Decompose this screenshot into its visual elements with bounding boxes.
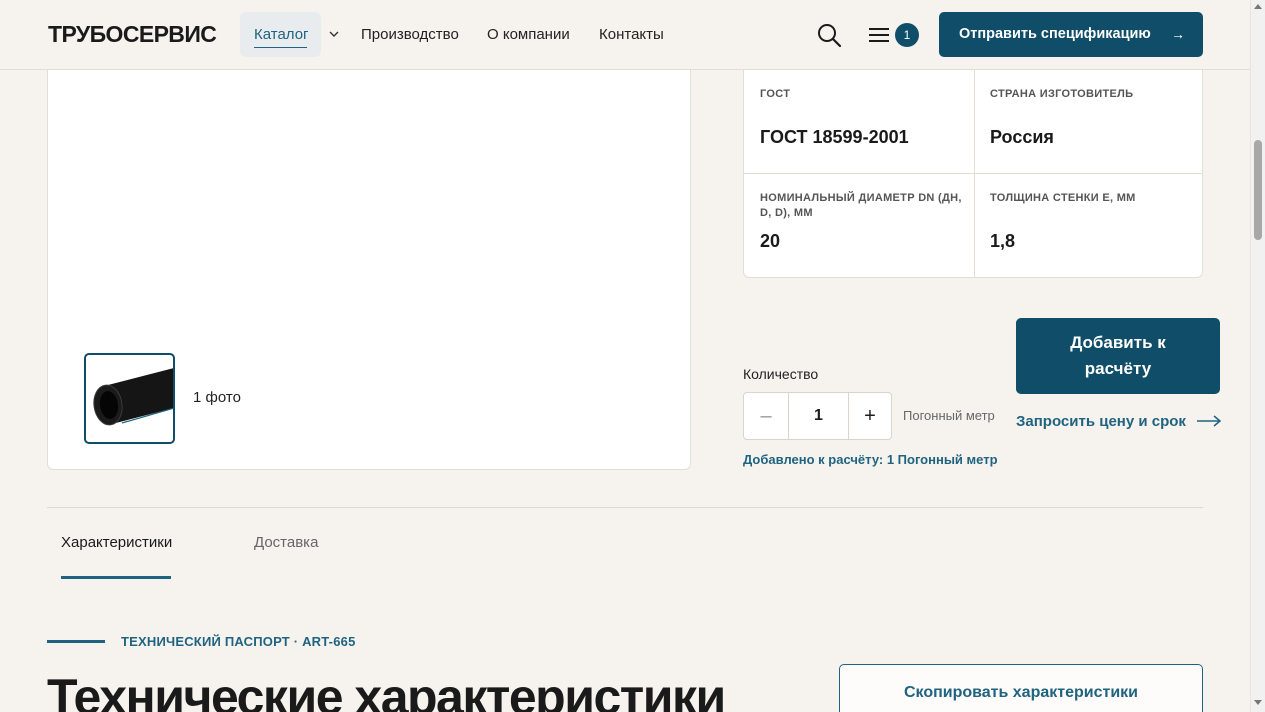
spec-label-diameter: НОМИНАЛЬНЫЙ ДИАМЕТР DN (ДН, D, D), ММ bbox=[760, 192, 962, 219]
site-header: ТРУБОСЕРВИС Каталог Производство О компа… bbox=[0, 0, 1250, 70]
quantity-input[interactable]: 1 bbox=[789, 393, 848, 439]
logo[interactable]: ТРУБОСЕРВИС bbox=[48, 21, 217, 48]
section-title: Технические характеристики bbox=[47, 669, 726, 712]
send-specification-label: Отправить спецификацию bbox=[959, 26, 1151, 42]
unit-label: Погонный метр bbox=[903, 408, 995, 423]
spec-value-wall: 1,8 bbox=[990, 231, 1016, 251]
tab-characteristics[interactable]: Характеристики bbox=[61, 534, 172, 551]
decrease-button[interactable]: – bbox=[744, 393, 789, 439]
specs-divider-horizontal bbox=[744, 173, 1202, 174]
scroll-up-icon[interactable] bbox=[1254, 4, 1262, 9]
send-specification-button[interactable]: Отправить спецификацию → bbox=[939, 12, 1203, 57]
quantity-stepper: – 1 + bbox=[743, 392, 892, 440]
arrow-right-icon: → bbox=[1171, 26, 1185, 42]
spec-label-country: СТРАНА ИЗГОТОВИТЕЛЬ bbox=[990, 88, 1134, 100]
specs-divider-vertical bbox=[974, 51, 975, 277]
nav-production[interactable]: Производство bbox=[361, 26, 459, 43]
search-icon[interactable] bbox=[816, 22, 842, 48]
quantity-label: Количество bbox=[743, 366, 819, 382]
chevron-down-icon[interactable] bbox=[327, 27, 341, 41]
scroll-down-icon[interactable] bbox=[1254, 700, 1262, 705]
scrollbar[interactable] bbox=[1250, 0, 1265, 712]
request-price-link[interactable]: Запросить цену и срок bbox=[1016, 413, 1186, 430]
active-tab-indicator bbox=[61, 576, 171, 579]
nav-catalog-underline bbox=[254, 47, 307, 48]
photo-count: 1 фото bbox=[193, 389, 241, 406]
copy-characteristics-button[interactable]: Скопировать характеристики bbox=[839, 664, 1203, 712]
kicker-line bbox=[47, 640, 105, 643]
spec-value-country: Россия bbox=[990, 127, 1054, 147]
spec-value-gost: ГОСТ 18599-2001 bbox=[760, 127, 909, 147]
added-status: Добавлено к расчёту: 1 Погонный метр bbox=[743, 452, 998, 467]
arrow-right-icon[interactable] bbox=[1196, 413, 1222, 429]
scrollbar-thumb[interactable] bbox=[1254, 140, 1262, 240]
increase-button[interactable]: + bbox=[848, 393, 891, 439]
menu-count-badge[interactable]: 1 bbox=[895, 23, 919, 47]
menu-icon[interactable] bbox=[867, 23, 891, 47]
spec-value-diameter: 20 bbox=[760, 231, 781, 251]
section-kicker: ТЕХНИЧЕСКИЙ ПАСПОРТ · ART-665 bbox=[121, 634, 356, 649]
spec-label-gost: ГОСТ bbox=[760, 88, 791, 100]
nav-catalog-label: Каталог bbox=[254, 26, 309, 43]
spec-label-wall: ТОЛЩИНА СТЕНКИ E, ММ bbox=[990, 192, 1136, 204]
section-divider bbox=[47, 507, 1203, 508]
nav-catalog[interactable]: Каталог bbox=[240, 12, 321, 57]
tab-delivery[interactable]: Доставка bbox=[254, 534, 318, 551]
specs-table: ГОСТ ГОСТ 18599-2001 СТРАНА ИЗГОТОВИТЕЛЬ… bbox=[743, 50, 1203, 278]
gallery-thumbnail[interactable] bbox=[84, 353, 175, 444]
nav-about[interactable]: О компании bbox=[487, 26, 570, 43]
add-to-calculation-button[interactable]: Добавить к расчёту bbox=[1016, 318, 1220, 394]
nav-contacts[interactable]: Контакты bbox=[599, 26, 664, 43]
pipe-image bbox=[93, 368, 173, 426]
